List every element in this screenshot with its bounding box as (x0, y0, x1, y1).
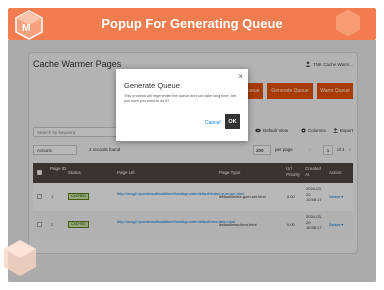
cancel-button[interactable]: Cancel (205, 120, 221, 126)
ok-button[interactable]: OK (225, 114, 240, 129)
generate-queue-modal: Generate Queue × This process will regen… (116, 69, 248, 141)
svg-text:M: M (22, 23, 30, 34)
brand-logo-icon: M (15, 10, 43, 40)
decorative-cube-icon (4, 240, 36, 276)
banner-title: Popup For Generating Queue (101, 16, 283, 31)
modal-message: This process will regenerate the queue a… (124, 94, 237, 103)
modal-title: Generate Queue (124, 81, 180, 90)
decorative-cube-icon-top (336, 9, 360, 37)
close-icon[interactable]: × (238, 73, 243, 81)
